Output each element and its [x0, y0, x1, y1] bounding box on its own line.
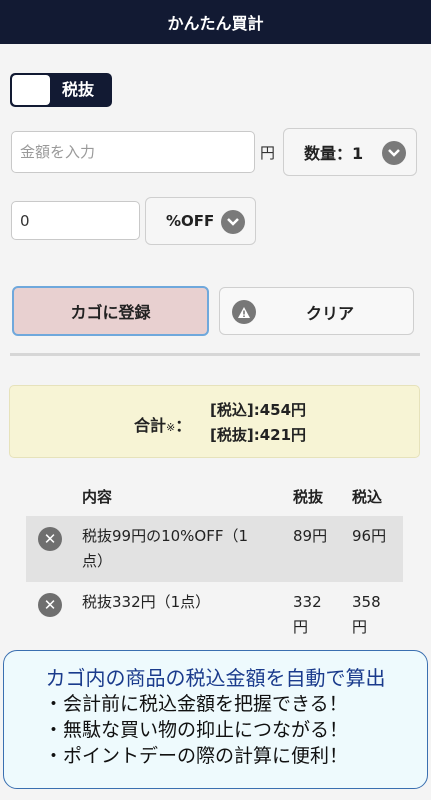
- remove-icon[interactable]: ✕: [38, 593, 62, 617]
- promo-title: カゴ内の商品の税込金額を自動で算出: [45, 666, 386, 690]
- total-label: 合計※：: [134, 416, 192, 435]
- toggle-knob[interactable]: [12, 75, 50, 105]
- header-excl: 税抜: [293, 488, 324, 506]
- row-excl: 332: [293, 593, 322, 611]
- total-excl: [税抜]:421円: [210, 426, 307, 444]
- remove-icon[interactable]: ✕: [38, 527, 62, 551]
- register-button[interactable]: カゴに登録: [12, 286, 209, 336]
- quantity-label: 数量：1: [304, 144, 364, 163]
- table-row: ✕ 税抜332円（1点） 332 円 358 円: [26, 582, 403, 650]
- total-incl: [税込]:454円: [210, 401, 307, 419]
- price-input[interactable]: [11, 131, 255, 173]
- app-header: かんたん買計: [0, 0, 431, 44]
- row-incl: 96円: [352, 527, 387, 545]
- warning-icon: [232, 300, 256, 324]
- chevron-down-icon: [221, 210, 245, 234]
- row-content-1: 税抜99円の10%OFF（1: [82, 527, 249, 545]
- quantity-select[interactable]: 数量：1: [283, 128, 417, 176]
- asterisk-mark: ※: [166, 421, 176, 434]
- promo-callout: カゴ内の商品の税込金額を自動で算出 ・会計前に税込金額を把握できる！ ・無駄な買…: [3, 650, 428, 789]
- row-incl: 358: [352, 593, 381, 611]
- promo-point: ・会計前に税込金額を把握できる！: [44, 693, 348, 715]
- price-unit: 円: [260, 144, 276, 162]
- table-row: ✕ 税抜99円の10%OFF（1 点） 89円 96円: [26, 516, 403, 582]
- chevron-down-icon: [382, 141, 406, 165]
- row-incl-unit: 円: [352, 618, 368, 636]
- register-label: カゴに登録: [70, 303, 151, 322]
- tax-toggle[interactable]: 税抜: [10, 73, 112, 107]
- header-content: 内容: [82, 488, 113, 506]
- tax-toggle-label: 税抜: [62, 80, 95, 99]
- row-content-1: 税抜332円（1点）: [82, 593, 211, 611]
- row-content-2: 点）: [82, 552, 113, 570]
- clear-button[interactable]: クリア: [219, 287, 414, 335]
- row-excl-unit: 円: [293, 618, 309, 636]
- row-excl: 89円: [293, 527, 328, 545]
- discount-select[interactable]: %OFF: [145, 197, 256, 245]
- app-title: かんたん買計: [167, 14, 264, 33]
- total-box: 合計※： [税込]:454円 [税抜]:421円: [9, 385, 420, 458]
- promo-point: ・無駄な買い物の抑止につながる！: [44, 719, 349, 741]
- discount-label: %OFF: [166, 212, 215, 230]
- discount-input[interactable]: [11, 201, 140, 240]
- section-divider: [10, 353, 420, 356]
- clear-label: クリア: [306, 304, 355, 323]
- header-incl: 税込: [352, 488, 383, 506]
- promo-point: ・ポイントデーの際の計算に便利！: [44, 745, 349, 767]
